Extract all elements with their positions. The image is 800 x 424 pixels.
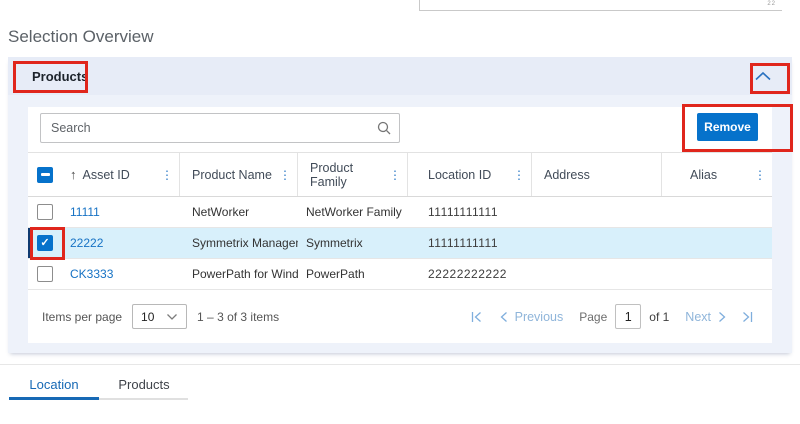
- search-box: [40, 113, 400, 143]
- chevron-up-icon: [754, 70, 772, 82]
- tabs-divider: [0, 364, 800, 365]
- alias-cell: [662, 259, 772, 289]
- product-family-cell: NetWorker Family: [298, 197, 408, 227]
- product-family-cell: Symmetrix: [298, 228, 408, 258]
- column-label: Product Family: [310, 161, 389, 189]
- products-panel: Products Remove: [8, 57, 792, 353]
- last-page-icon: [741, 311, 754, 323]
- row-checkbox-checked[interactable]: ✓: [37, 235, 53, 251]
- header-cell-alias[interactable]: Alias ⋮: [662, 153, 772, 196]
- row-checkbox[interactable]: [37, 204, 53, 220]
- asset-id-link[interactable]: 22222: [70, 236, 103, 250]
- items-per-page-label: Items per page: [42, 310, 122, 324]
- previous-icon: [499, 311, 509, 323]
- previous-page-button[interactable]: [499, 311, 509, 323]
- table-header-row: ↑ Asset ID ⋮ Product Name ⋮ Product Fami…: [28, 152, 772, 197]
- page-label: Page: [579, 310, 607, 324]
- column-menu-icon[interactable]: ⋮: [389, 169, 401, 181]
- next-icon: [717, 311, 727, 323]
- column-label: Asset ID: [83, 168, 130, 182]
- tab-products[interactable]: Products: [99, 370, 189, 398]
- header-cell-asset-id[interactable]: ↑ Asset ID ⋮: [62, 153, 180, 196]
- page-of-label: of 1: [649, 310, 669, 324]
- location-id-cell: 11111111111: [408, 228, 532, 258]
- column-menu-icon[interactable]: ⋮: [513, 169, 525, 181]
- remove-button[interactable]: Remove: [697, 113, 758, 141]
- collapse-panel-button[interactable]: [748, 66, 778, 86]
- bottom-tabs: Location Products: [9, 370, 189, 398]
- row-checkbox[interactable]: [37, 266, 53, 282]
- column-label: Location ID: [428, 168, 491, 182]
- header-cell-location-id[interactable]: Location ID ⋮: [408, 153, 532, 196]
- asset-id-link[interactable]: 11111: [70, 205, 100, 219]
- product-name-cell: NetWorker: [180, 197, 298, 227]
- first-page-icon: [470, 311, 483, 323]
- header-cell-select: [28, 153, 62, 196]
- previous-label[interactable]: Previous: [515, 310, 564, 324]
- items-per-page-select[interactable]: 10: [132, 304, 187, 329]
- column-menu-icon[interactable]: ⋮: [754, 169, 766, 181]
- location-id-cell: 22222222222: [408, 259, 532, 289]
- search-input[interactable]: [40, 113, 400, 143]
- products-table-card: Remove ↑ Asset ID ⋮ Product Name ⋮ Produ…: [28, 107, 772, 343]
- pagination-bar: Items per page 10 1 – 3 of 3 items: [28, 290, 772, 343]
- last-page-button[interactable]: [741, 311, 754, 323]
- alias-cell: [662, 228, 772, 258]
- table-row-selected[interactable]: ✓ 22222 Symmetrix Managem... Symmetrix 1…: [28, 228, 772, 259]
- table-row[interactable]: 11111 NetWorker NetWorker Family 1111111…: [28, 197, 772, 228]
- product-name-cell: PowerPath for Windo...: [180, 259, 298, 289]
- items-range-text: 1 – 3 of 3 items: [197, 310, 279, 324]
- partial-element: 22: [419, 0, 782, 11]
- next-page-button[interactable]: [717, 311, 727, 323]
- select-all-checkbox[interactable]: [37, 167, 53, 183]
- page-number-input[interactable]: [615, 304, 641, 329]
- selected-row-indicator: [28, 228, 32, 258]
- asset-id-link[interactable]: CK3333: [70, 267, 113, 281]
- tab-location[interactable]: Location: [9, 370, 99, 398]
- products-panel-title: Products: [24, 69, 88, 84]
- address-cell: [532, 197, 662, 227]
- location-id-cell: 11111111111: [408, 197, 532, 227]
- page: 22 Selection Overview Products: [0, 0, 800, 424]
- items-per-page-value: 10: [141, 310, 154, 324]
- sort-ascending-icon[interactable]: ↑: [70, 167, 77, 182]
- address-cell: [532, 259, 662, 289]
- product-family-cell: PowerPath: [298, 259, 408, 289]
- active-tab-underline: [9, 397, 99, 400]
- first-page-button[interactable]: [470, 311, 483, 323]
- column-label: Alias: [690, 168, 717, 182]
- partial-element-text: 22: [767, 1, 776, 7]
- table-row[interactable]: CK3333 PowerPath for Windo... PowerPath …: [28, 259, 772, 290]
- column-label: Address: [544, 168, 590, 182]
- column-label: Product Name: [192, 168, 272, 182]
- search-icon: [376, 120, 392, 141]
- column-menu-icon[interactable]: ⋮: [279, 169, 291, 181]
- product-name-cell: Symmetrix Managem...: [180, 228, 298, 258]
- column-menu-icon[interactable]: ⋮: [161, 169, 173, 181]
- header-cell-product-family[interactable]: Product Family ⋮: [298, 153, 408, 196]
- next-label[interactable]: Next: [685, 310, 711, 324]
- check-icon: ✓: [40, 238, 49, 249]
- header-cell-product-name[interactable]: Product Name ⋮: [180, 153, 298, 196]
- products-panel-header[interactable]: Products: [8, 57, 792, 95]
- indeterminate-mark: [41, 173, 50, 176]
- header-cell-address[interactable]: Address: [532, 153, 662, 196]
- address-cell: [532, 228, 662, 258]
- page-title: Selection Overview: [8, 27, 154, 47]
- table-toolbar: Remove: [28, 107, 772, 152]
- chevron-down-icon: [166, 313, 178, 321]
- alias-cell: [662, 197, 772, 227]
